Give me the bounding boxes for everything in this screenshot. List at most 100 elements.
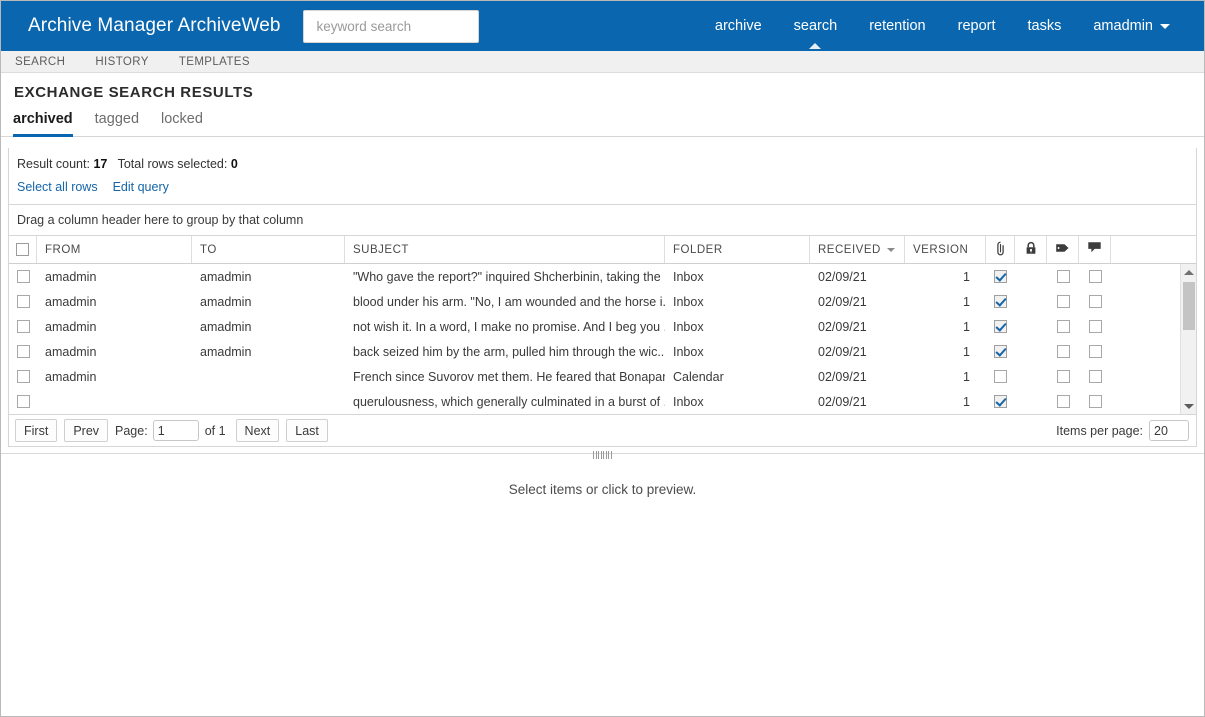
table-row[interactable]: amadmin amadmin blood under his arm. "No…	[9, 289, 1196, 314]
row-checkbox[interactable]	[16, 370, 30, 383]
select-all-rows-link[interactable]: Select all rows	[17, 180, 98, 194]
cell-tag[interactable]	[1047, 289, 1079, 314]
cell-tag[interactable]	[1047, 264, 1079, 289]
cell-tag[interactable]	[1047, 314, 1079, 339]
comment-checkbox[interactable]	[1088, 320, 1102, 333]
tag-checkbox[interactable]	[1056, 295, 1070, 308]
state-tab-tagged[interactable]: tagged	[95, 111, 139, 136]
column-header-attachment[interactable]	[986, 236, 1015, 263]
cell-comment[interactable]	[1079, 389, 1111, 414]
section-tab-bar: SEARCH HISTORY TEMPLATES	[1, 51, 1204, 73]
row-checkbox[interactable]	[16, 395, 30, 408]
cell-to	[192, 389, 345, 414]
column-header-locked[interactable]	[1015, 236, 1047, 263]
column-header-folder[interactable]: FOLDER	[665, 236, 810, 263]
cell-tag[interactable]	[1047, 364, 1079, 389]
row-select-cell[interactable]	[9, 264, 37, 289]
row-select-cell[interactable]	[9, 389, 37, 414]
cell-comment[interactable]	[1079, 314, 1111, 339]
prev-page-button[interactable]: Prev	[64, 419, 109, 442]
items-per-page-input[interactable]	[1149, 420, 1189, 441]
edit-query-link[interactable]: Edit query	[113, 180, 169, 194]
search-input[interactable]	[314, 17, 467, 35]
splitter-handle[interactable]	[586, 450, 620, 459]
cell-attachment[interactable]	[986, 314, 1015, 339]
cell-tag[interactable]	[1047, 339, 1079, 364]
row-select-cell[interactable]	[9, 314, 37, 339]
column-header-tag[interactable]	[1047, 236, 1079, 263]
row-select-cell[interactable]	[9, 289, 37, 314]
cell-attachment[interactable]	[986, 289, 1015, 314]
first-page-button[interactable]: First	[15, 419, 58, 442]
nav-item-search[interactable]: search	[778, 1, 854, 51]
tab-search[interactable]: SEARCH	[15, 56, 65, 68]
comment-checkbox[interactable]	[1088, 295, 1102, 308]
tag-checkbox[interactable]	[1056, 370, 1070, 383]
attachment-checkbox[interactable]	[994, 370, 1007, 383]
comment-checkbox[interactable]	[1088, 395, 1102, 408]
nav-item-archive[interactable]: archive	[699, 1, 778, 51]
select-all-checkbox[interactable]	[16, 243, 29, 256]
row-checkbox[interactable]	[16, 295, 30, 308]
row-checkbox[interactable]	[16, 320, 30, 333]
column-header-select-all[interactable]	[9, 236, 37, 263]
nav-item-tasks[interactable]: tasks	[1012, 1, 1078, 51]
cell-attachment[interactable]	[986, 364, 1015, 389]
row-checkbox[interactable]	[16, 345, 30, 358]
tag-checkbox[interactable]	[1056, 270, 1070, 283]
group-by-dropzone[interactable]: Drag a column header here to group by th…	[8, 205, 1197, 236]
cell-comment[interactable]	[1079, 289, 1111, 314]
scrollbar-thumb[interactable]	[1183, 282, 1195, 330]
column-header-comment[interactable]	[1079, 236, 1111, 263]
attachment-checkbox[interactable]	[994, 395, 1007, 408]
row-select-cell[interactable]	[9, 339, 37, 364]
table-row[interactable]: amadmin amadmin "Who gave the report?" i…	[9, 264, 1196, 289]
scroll-up-button[interactable]	[1181, 264, 1196, 280]
table-row[interactable]: querulousness, which generally culminate…	[9, 389, 1196, 414]
tab-history[interactable]: HISTORY	[95, 56, 149, 68]
next-page-button[interactable]: Next	[235, 419, 280, 442]
last-page-button[interactable]: Last	[286, 419, 328, 442]
tag-checkbox[interactable]	[1056, 320, 1070, 333]
column-header-received[interactable]: RECEIVED	[810, 236, 905, 263]
column-header-from[interactable]: FROM	[37, 236, 192, 263]
cell-attachment[interactable]	[986, 264, 1015, 289]
cell-to: amadmin	[200, 269, 252, 284]
scroll-down-button[interactable]	[1181, 398, 1196, 414]
cell-comment[interactable]	[1079, 339, 1111, 364]
comment-checkbox[interactable]	[1088, 370, 1102, 383]
grid-vertical-scrollbar[interactable]	[1180, 264, 1196, 414]
column-header-version[interactable]: VERSION	[905, 236, 986, 263]
column-header-to[interactable]: TO	[192, 236, 345, 263]
nav-item-report[interactable]: report	[942, 1, 1012, 51]
table-row[interactable]: amadmin amadmin not wish it. In a word, …	[9, 314, 1196, 339]
attachment-checkbox[interactable]	[994, 295, 1007, 308]
table-row[interactable]: amadmin amadmin back seized him by the a…	[9, 339, 1196, 364]
tag-checkbox[interactable]	[1056, 345, 1070, 358]
comment-checkbox[interactable]	[1088, 345, 1102, 358]
keyword-search-box[interactable]	[302, 9, 479, 43]
attachment-checkbox[interactable]	[994, 320, 1007, 333]
table-row[interactable]: amadmin French since Suvorov met them. H…	[9, 364, 1196, 389]
column-header-subject[interactable]: SUBJECT	[345, 236, 665, 263]
row-select-cell[interactable]	[9, 364, 37, 389]
attachment-checkbox[interactable]	[994, 345, 1007, 358]
cell-comment[interactable]	[1079, 264, 1111, 289]
cell-to	[192, 364, 345, 389]
attachment-checkbox[interactable]	[994, 270, 1007, 283]
page-number-input[interactable]	[152, 420, 199, 441]
tag-checkbox[interactable]	[1056, 395, 1070, 408]
comment-checkbox[interactable]	[1088, 270, 1102, 283]
nav-item-retention[interactable]: retention	[853, 1, 941, 51]
cell-tag[interactable]	[1047, 389, 1079, 414]
result-summary: Result count: 17 Total rows selected: 0	[17, 157, 1196, 171]
tab-templates[interactable]: TEMPLATES	[179, 56, 250, 68]
cell-comment[interactable]	[1079, 364, 1111, 389]
user-menu[interactable]: amadmin	[1077, 1, 1186, 51]
triangle-up-icon	[1184, 269, 1194, 275]
cell-attachment[interactable]	[986, 389, 1015, 414]
row-checkbox[interactable]	[16, 270, 30, 283]
cell-attachment[interactable]	[986, 339, 1015, 364]
state-tab-locked[interactable]: locked	[161, 111, 203, 136]
state-tab-archived[interactable]: archived	[13, 111, 73, 137]
